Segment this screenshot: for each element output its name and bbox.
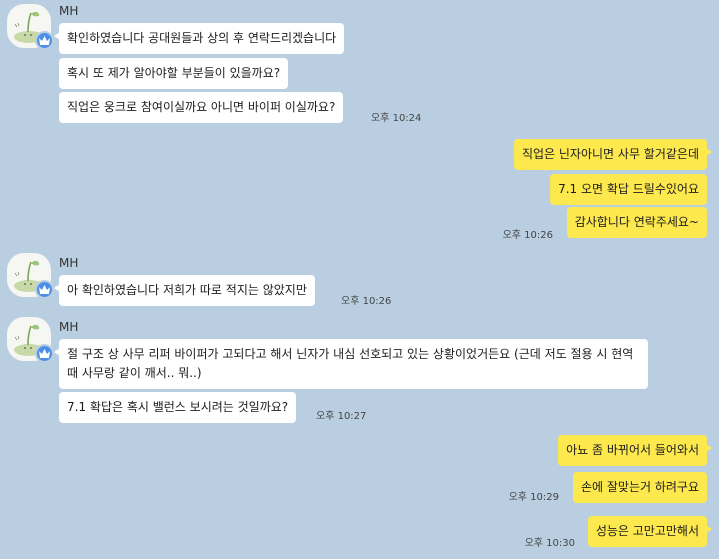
message-bubble[interactable]: 손에 잘맞는거 하려구요	[572, 472, 707, 503]
message-timestamp: 오후 10:30	[524, 538, 575, 549]
message-bubble[interactable]: 절 구조 상 사무 리퍼 바이퍼가 고되다고 해서 닌자가 내심 선호되고 있는…	[54, 339, 648, 389]
crown-badge-icon	[35, 280, 54, 299]
avatar[interactable]	[7, 317, 54, 363]
message-bubble[interactable]: 7.1 확답은 혹시 밸런스 보시려는 것일까요?	[59, 392, 297, 423]
message-bubble[interactable]: 확인하였습니다 공대원들과 상의 후 연락드리겠습니다	[53, 23, 345, 54]
message-timestamp: 오후 10:27	[316, 411, 367, 422]
message-bubble[interactable]: 성능은 고만고만해서	[587, 516, 713, 547]
avatar[interactable]	[7, 253, 54, 299]
message-bubble[interactable]: 직업은 닌자아니면 사무 할거같은데	[513, 139, 713, 170]
crown-badge-icon	[35, 344, 54, 363]
message-bubble[interactable]: 7.1 오면 확답 드릴수있어요	[550, 174, 707, 205]
avatar[interactable]	[7, 4, 54, 50]
message-bubble[interactable]: 직업은 웅크로 참여이실까요 아니면 바이퍼 이실까요?	[59, 92, 344, 123]
message-timestamp: 오후 10:26	[502, 230, 553, 241]
message-timestamp: 오후 10:24	[371, 113, 422, 124]
message-bubble[interactable]: 혹시 또 제가 알아야할 부분들이 있을까요?	[59, 58, 289, 89]
message-timestamp: 오후 10:26	[341, 296, 392, 307]
sender-name: MH	[59, 256, 79, 270]
message-bubble[interactable]: 감사합니다 연락주세요~	[566, 207, 707, 238]
sender-name: MH	[59, 4, 79, 18]
sender-name: MH	[59, 320, 79, 334]
message-timestamp: 오후 10:29	[508, 492, 559, 503]
message-bubble[interactable]: 아 확인하였습니다 저희가 따로 적지는 않았지만	[54, 275, 315, 306]
crown-badge-icon	[35, 31, 54, 50]
message-bubble[interactable]: 아뇨 좀 바뀌어서 들어와서	[558, 435, 712, 466]
